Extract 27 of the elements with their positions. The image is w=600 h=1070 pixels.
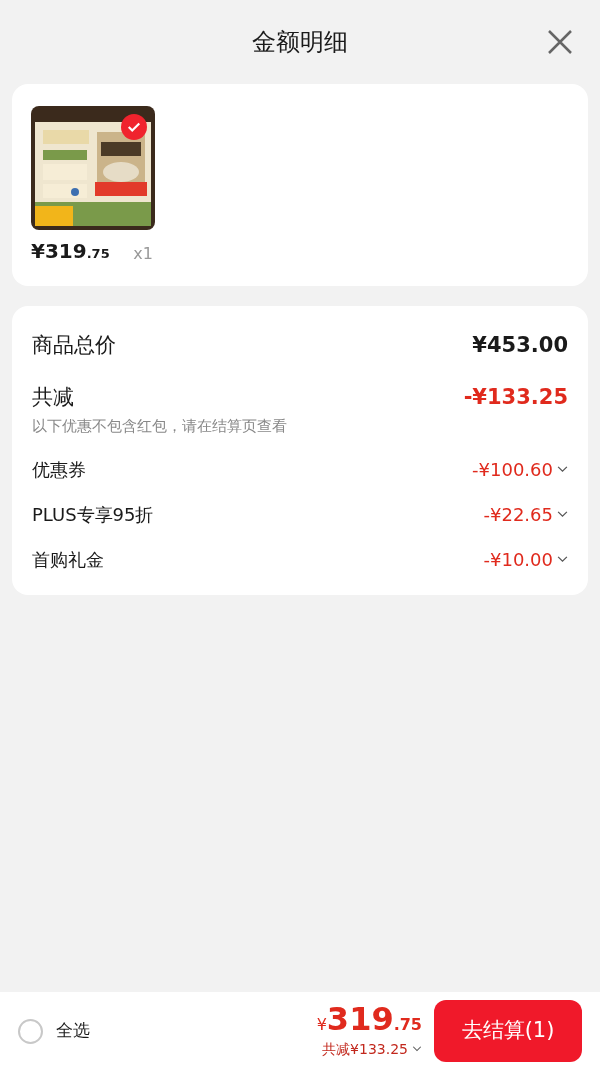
chevron-down-icon [557, 555, 568, 563]
chevron-down-icon [412, 1046, 422, 1052]
discount-amount: -¥22.65 [483, 502, 553, 527]
discount-row[interactable]: PLUS专享95折 -¥22.65 [32, 500, 568, 528]
discount-name: 优惠券 [32, 457, 86, 482]
select-all-radio[interactable] [18, 1018, 43, 1044]
discount-row[interactable]: 优惠券 -¥100.60 [32, 455, 568, 483]
product-price: ¥319.75 [31, 238, 110, 265]
total-label: 商品总价 [32, 332, 116, 359]
total-amount: ¥319.75 [316, 1002, 422, 1035]
chevron-down-icon [557, 510, 568, 518]
discount-label: 共减 [32, 383, 74, 411]
chevron-down-icon [557, 465, 568, 473]
discount-note: 以下优惠不包含红包，请在结算页查看 [32, 416, 288, 437]
close-icon[interactable] [546, 28, 574, 56]
sheet-title: 金额明细 [252, 27, 348, 58]
select-all-label: 全选 [56, 1019, 90, 1043]
saved-amount: 共减¥133.25 [322, 1039, 408, 1059]
discount-name: 首购礼金 [32, 547, 104, 572]
product-quantity: x1 [133, 243, 154, 265]
discount-row[interactable]: 首购礼金 -¥10.00 [32, 545, 568, 573]
checkout-button[interactable]: 去结算(1) [434, 1000, 582, 1062]
discount-name: PLUS专享95折 [32, 502, 154, 527]
total-value: ¥453.00 [472, 332, 568, 359]
discount-value: -¥133.25 [463, 383, 568, 411]
discount-amount: -¥10.00 [483, 547, 553, 572]
discount-amount: -¥100.60 [472, 457, 553, 482]
